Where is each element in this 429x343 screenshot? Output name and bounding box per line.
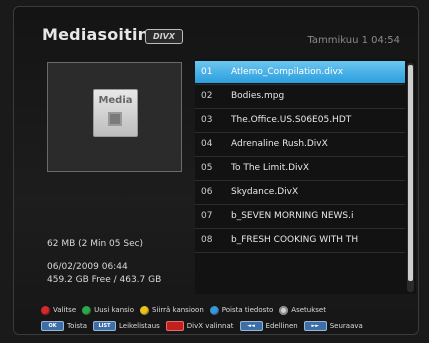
scrollbar-thumb[interactable] xyxy=(408,65,413,281)
media-icon-label: Media xyxy=(98,95,133,106)
preview-thumbnail: Media xyxy=(47,62,182,172)
file-list: 01 Atlemo_Compilation.divx 02 Bodies.mpg… xyxy=(195,59,416,294)
list-item[interactable]: 02 Bodies.mpg xyxy=(195,85,405,107)
ok-key-icon: OK xyxy=(41,321,64,331)
legend-delete-file[interactable]: Poista tiedosto xyxy=(209,305,274,315)
page-title: Mediasoitin xyxy=(42,25,150,44)
list-item[interactable]: 06 Skydance.DivX xyxy=(195,181,405,203)
legend-label: Uusi kansio xyxy=(94,306,135,314)
item-filename: Atlemo_Compilation.divx xyxy=(231,67,344,77)
red-dot-icon xyxy=(41,305,50,315)
legend-label: Edellinen xyxy=(265,322,298,330)
clock-datetime: Tammikuu 1 04:54 xyxy=(307,35,400,46)
item-filename: b_SEVEN MORNING NEWS.i xyxy=(231,211,354,221)
divx-logo: DIVX xyxy=(145,29,183,44)
list-item[interactable]: 05 To The Limit.DivX xyxy=(195,157,405,179)
legend-label: Toista xyxy=(67,322,87,330)
item-filename: Bodies.mpg xyxy=(231,91,285,101)
legend-label: DivX valinnat xyxy=(186,322,234,330)
item-number: 06 xyxy=(201,187,213,197)
legend-settings[interactable]: Asetukset xyxy=(279,305,326,315)
legend-previous[interactable]: ◄◄ Edellinen xyxy=(239,321,298,331)
file-date: 06/02/2009 06:44 xyxy=(47,262,128,272)
list-key-icon: LIST xyxy=(93,321,116,331)
list-item[interactable]: 03 The.Office.US.S06E05.HDT xyxy=(195,109,405,131)
red-key-icon xyxy=(165,321,184,331)
item-filename: b_FRESH COOKING WITH TH xyxy=(231,235,359,245)
item-filename: The.Office.US.S06E05.HDT xyxy=(231,115,352,125)
item-number: 02 xyxy=(201,91,213,101)
legend-new-folder[interactable]: Uusi kansio xyxy=(82,305,135,315)
media-file-icon: Media xyxy=(93,89,138,137)
legend-clip-list[interactable]: LIST Leikelistaus xyxy=(93,321,160,331)
legend-label: Valitse xyxy=(53,306,77,314)
item-filename: Adrenaline Rush.DivX xyxy=(231,139,328,149)
rewind-key-icon: ◄◄ xyxy=(239,321,263,331)
gear-icon xyxy=(279,305,289,315)
item-number: 01 xyxy=(201,67,213,77)
item-number: 08 xyxy=(201,235,213,245)
legend-play[interactable]: OK Toista xyxy=(41,321,87,331)
item-filename: To The Limit.DivX xyxy=(231,163,310,173)
legend-next[interactable]: ►► Seuraava xyxy=(303,321,363,331)
green-dot-icon xyxy=(82,305,92,315)
legend-label: Siirrä kansioon xyxy=(152,306,204,314)
file-size-info: 62 MB (2 Min 05 Sec) xyxy=(47,239,144,249)
list-item[interactable]: 08 b_FRESH COOKING WITH TH xyxy=(195,229,405,251)
color-key-legend: Valitse Uusi kansio Siirrä kansioon Pois… xyxy=(41,304,332,316)
legend-label: Poista tiedosto xyxy=(221,306,274,314)
list-item[interactable]: 07 b_SEVEN MORNING NEWS.i xyxy=(195,205,405,227)
legend-label: Leikelistaus xyxy=(119,322,160,330)
row-divider xyxy=(195,252,405,253)
item-number: 04 xyxy=(201,139,213,149)
yellow-dot-icon xyxy=(140,305,150,315)
list-item[interactable]: 04 Adrenaline Rush.DivX xyxy=(195,133,405,155)
legend-divx-options[interactable]: DivX valinnat xyxy=(165,321,234,331)
legend-select[interactable]: Valitse xyxy=(41,305,77,315)
list-scrollbar[interactable] xyxy=(407,63,414,292)
list-item[interactable]: 01 Atlemo_Compilation.divx xyxy=(195,61,405,83)
item-number: 05 xyxy=(201,163,213,173)
forward-key-icon: ►► xyxy=(303,321,327,331)
blue-dot-icon xyxy=(209,305,219,315)
disk-space-info: 459.2 GB Free / 463.7 GB xyxy=(47,275,162,285)
legend-label: Asetukset xyxy=(291,306,326,314)
media-player-window: Mediasoitin DIVX Tammikuu 1 04:54 Media … xyxy=(13,6,419,335)
item-filename: Skydance.DivX xyxy=(231,187,299,197)
item-number: 07 xyxy=(201,211,213,221)
remote-key-legend: OK Toista LIST Leikelistaus DivX valinna… xyxy=(41,320,369,332)
item-number: 03 xyxy=(201,115,213,125)
legend-label: Seuraava xyxy=(329,322,363,330)
film-icon xyxy=(108,112,122,126)
legend-move-to-folder[interactable]: Siirrä kansioon xyxy=(140,305,204,315)
